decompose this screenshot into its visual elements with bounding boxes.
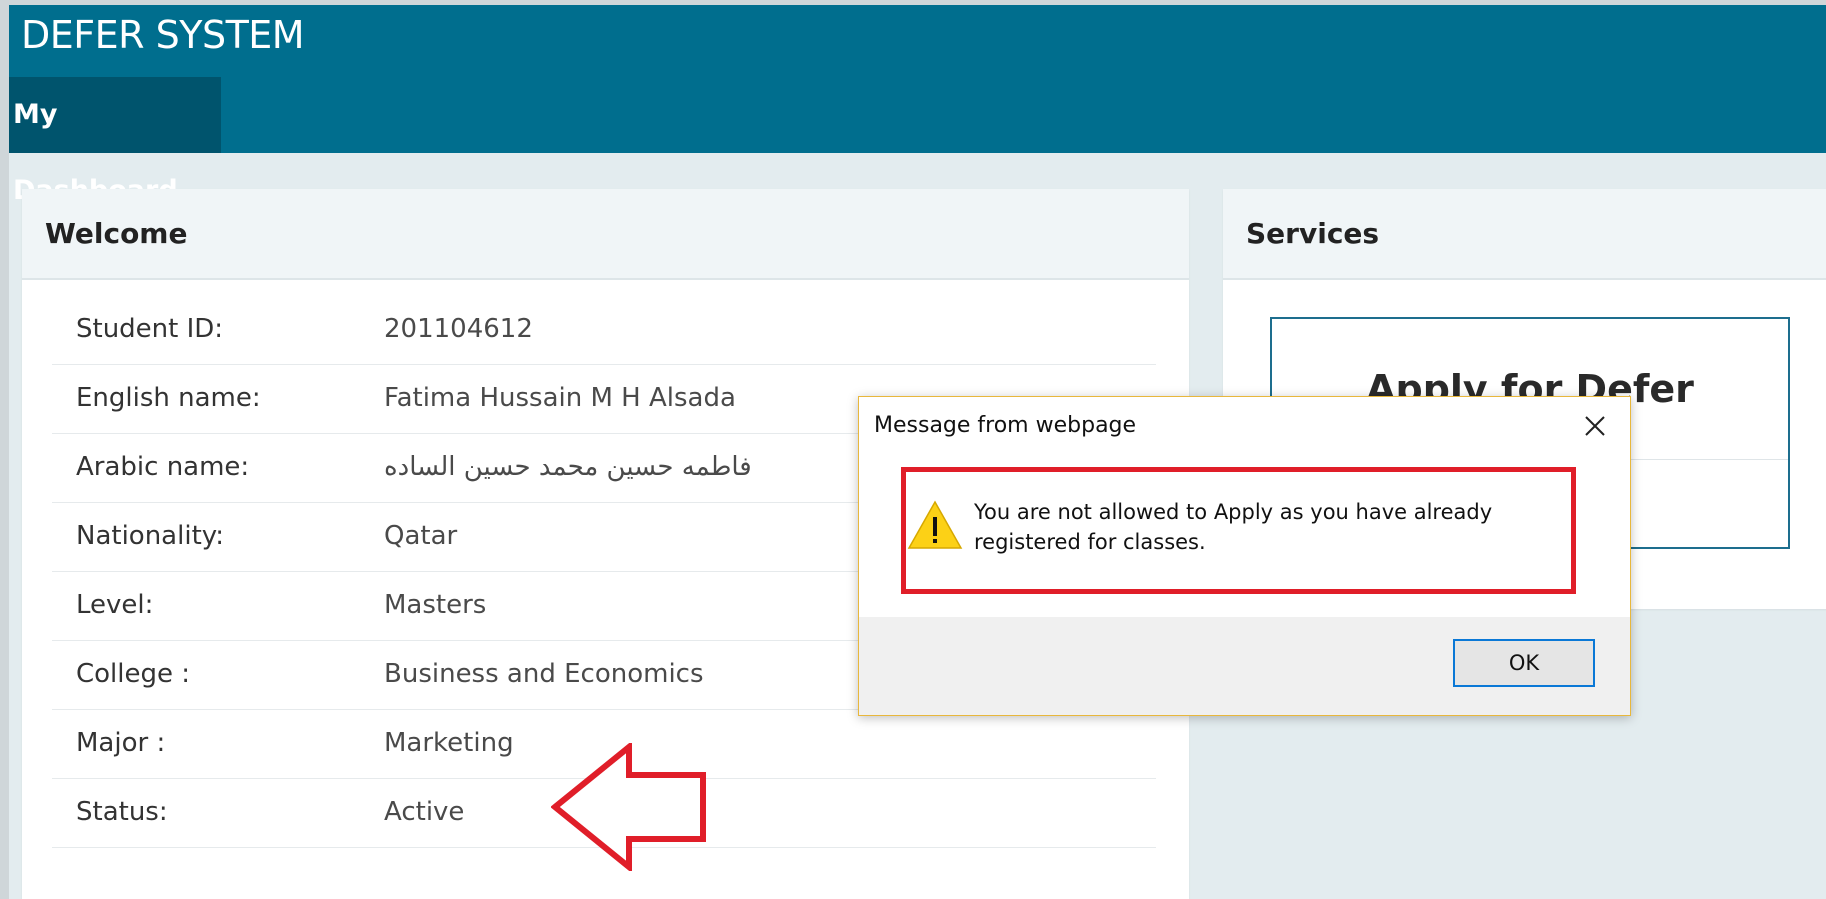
info-value: فاطمه حسين محمد حسين الساده [384, 452, 752, 482]
info-label: Nationality: [76, 521, 225, 551]
ok-button[interactable]: OK [1453, 639, 1595, 687]
info-label: Status: [76, 797, 168, 827]
info-row-student-id: Student ID: 201104612 [52, 296, 1156, 365]
dialog-body: You are not allowed to Apply as you have… [859, 457, 1630, 610]
services-title: Services [1246, 217, 1380, 250]
app-title: DEFER SYSTEM [21, 13, 305, 57]
info-value: Qatar [384, 521, 458, 551]
info-label: College : [76, 659, 191, 689]
info-value: Masters [384, 590, 487, 620]
dialog-message: You are not allowed to Apply as you have… [974, 500, 1493, 554]
message-dialog: Message from webpage You are not allowed… [858, 396, 1631, 716]
app-frame: DEFER SYSTEM My Dashboard Welcome Studen… [9, 5, 1826, 899]
info-value: Fatima Hussain M H Alsada [384, 383, 736, 413]
info-value: 201104612 [384, 314, 533, 344]
welcome-title: Welcome [45, 217, 188, 250]
info-label: English name: [76, 383, 261, 413]
info-value: Marketing [384, 728, 514, 758]
services-panel-header: Services [1223, 189, 1826, 280]
dialog-title: Message from webpage [874, 413, 1137, 438]
info-label: Major : [76, 728, 166, 758]
dialog-footer: OK [859, 617, 1630, 715]
info-label: Level: [76, 590, 154, 620]
welcome-panel-header: Welcome [22, 189, 1189, 280]
info-value: Active [384, 797, 465, 827]
arrow-left-icon [551, 743, 706, 871]
info-label: Arabic name: [76, 452, 250, 482]
info-label: Student ID: [76, 314, 224, 344]
info-value: Business and Economics [384, 659, 704, 689]
close-icon[interactable] [1580, 411, 1610, 441]
warning-icon [907, 500, 963, 549]
top-bar: DEFER SYSTEM My Dashboard [9, 5, 1826, 206]
nav-tab-my-dashboard[interactable]: My Dashboard [9, 77, 221, 206]
